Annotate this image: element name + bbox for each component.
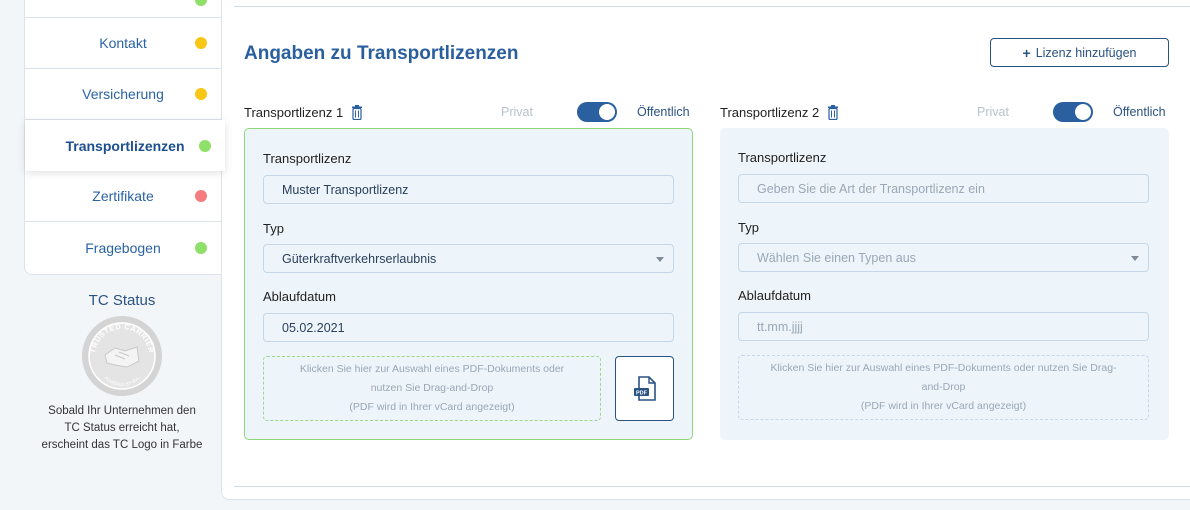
license-name-input[interactable]: Geben Sie die Art der Transportlizenz ei… — [738, 174, 1149, 203]
license-name-label: Transportlizenz — [738, 150, 827, 165]
license-name-input[interactable]: Muster Transportlizenz — [263, 175, 674, 204]
sidebar-item-versicherung[interactable]: Versicherung — [25, 69, 221, 120]
type-label: Typ — [263, 221, 284, 236]
visibility-toggle[interactable] — [577, 102, 617, 122]
sidebar-item-previous[interactable] — [25, 0, 221, 18]
license-1-header: Transportlizenz 1 Privat Öffentlich — [244, 101, 693, 123]
sidebar-item-kontakt[interactable]: Kontakt — [25, 18, 221, 69]
expiry-date-input[interactable]: tt.mm.jjjj — [738, 312, 1149, 341]
sidebar-item-fragebogen[interactable]: Fragebogen — [25, 222, 221, 273]
license-1-title: Transportlizenz 1 — [244, 104, 344, 120]
oeffentlich-label: Öffentlich — [1113, 105, 1166, 119]
pdf-upload-button[interactable]: PDF — [615, 356, 674, 421]
svg-text:PDF: PDF — [636, 390, 648, 396]
pdf-upload-icon: PDF — [633, 375, 656, 401]
status-dot — [195, 241, 207, 254]
sidebar-item-label: Fragebogen — [85, 239, 161, 256]
privat-label: Privat — [977, 105, 1009, 119]
toggle-knob — [1075, 104, 1091, 120]
expiry-date-label: Ablaufdatum — [738, 288, 811, 303]
trash-icon[interactable] — [827, 104, 839, 120]
expiry-date-input[interactable]: 05.02.2021 — [263, 313, 674, 342]
divider-bottom — [234, 486, 1190, 487]
expiry-date-label: Ablaufdatum — [263, 289, 336, 304]
toggle-knob — [599, 104, 615, 120]
sidebar-item-label: Kontakt — [99, 35, 147, 51]
visibility-toggle[interactable] — [1053, 102, 1093, 122]
type-label: Typ — [738, 220, 759, 235]
oeffentlich-label: Öffentlich — [637, 105, 690, 119]
caret-down-icon — [656, 257, 664, 262]
license-1-panel: Transportlizenz Muster Transportlizenz T… — [244, 128, 693, 440]
sidebar-item-zertifikate[interactable]: Zertifikate — [25, 171, 221, 222]
pdf-drop-zone[interactable]: Klicken Sie hier zur Auswahl eines PDF-D… — [263, 356, 601, 421]
trash-icon[interactable] — [351, 104, 363, 120]
license-2-panel: Transportlizenz Geben Sie die Art der Tr… — [720, 128, 1169, 440]
status-dot — [195, 0, 207, 6]
sidebar: Kontakt Versicherung Transportlizenzen Z… — [24, 0, 225, 275]
status-dot — [195, 88, 207, 100]
sidebar-item-label: Versicherung — [82, 86, 164, 102]
sidebar-item-label: Zertifikate — [92, 188, 154, 204]
tc-status-description: Sobald Ihr Unternehmen den TC Status err… — [41, 405, 203, 451]
status-dot — [195, 37, 207, 49]
privat-label: Privat — [501, 105, 533, 119]
status-dot — [199, 139, 211, 152]
trusted-carrier-logo: TRUSTED CARRIER POWERED BY BVL — [82, 316, 162, 396]
page-title: Angaben zu Transportlizenzen — [244, 43, 519, 64]
license-2-header: Transportlizenz 2 Privat Öffentlich — [720, 101, 1169, 123]
pdf-drop-zone[interactable]: Klicken Sie hier zur Auswahl eines PDF-D… — [738, 355, 1149, 420]
status-dot — [195, 190, 207, 202]
license-name-label: Transportlizenz — [263, 151, 352, 166]
main-content: Angaben zu Transportlizenzen + Lizenz hi… — [221, 0, 1190, 500]
caret-down-icon — [1131, 256, 1139, 261]
sidebar-item-label: Transportlizenzen — [65, 137, 185, 154]
license-2-title: Transportlizenz 2 — [720, 104, 820, 120]
type-select[interactable]: Wählen Sie einen Typen aus — [738, 243, 1149, 272]
type-select[interactable]: Güterkraftverkehrserlaubnis — [263, 244, 674, 273]
tc-status-panel: TC Status TRUSTED CARRIER POWERED BY BVL… — [24, 292, 220, 454]
divider-top — [234, 6, 1190, 7]
sidebar-item-transportlizenzen[interactable]: Transportlizenzen — [25, 120, 225, 171]
tc-status-title: TC Status — [88, 292, 156, 309]
plus-icon: + — [1022, 44, 1031, 61]
add-license-button[interactable]: + Lizenz hinzufügen — [990, 38, 1169, 67]
